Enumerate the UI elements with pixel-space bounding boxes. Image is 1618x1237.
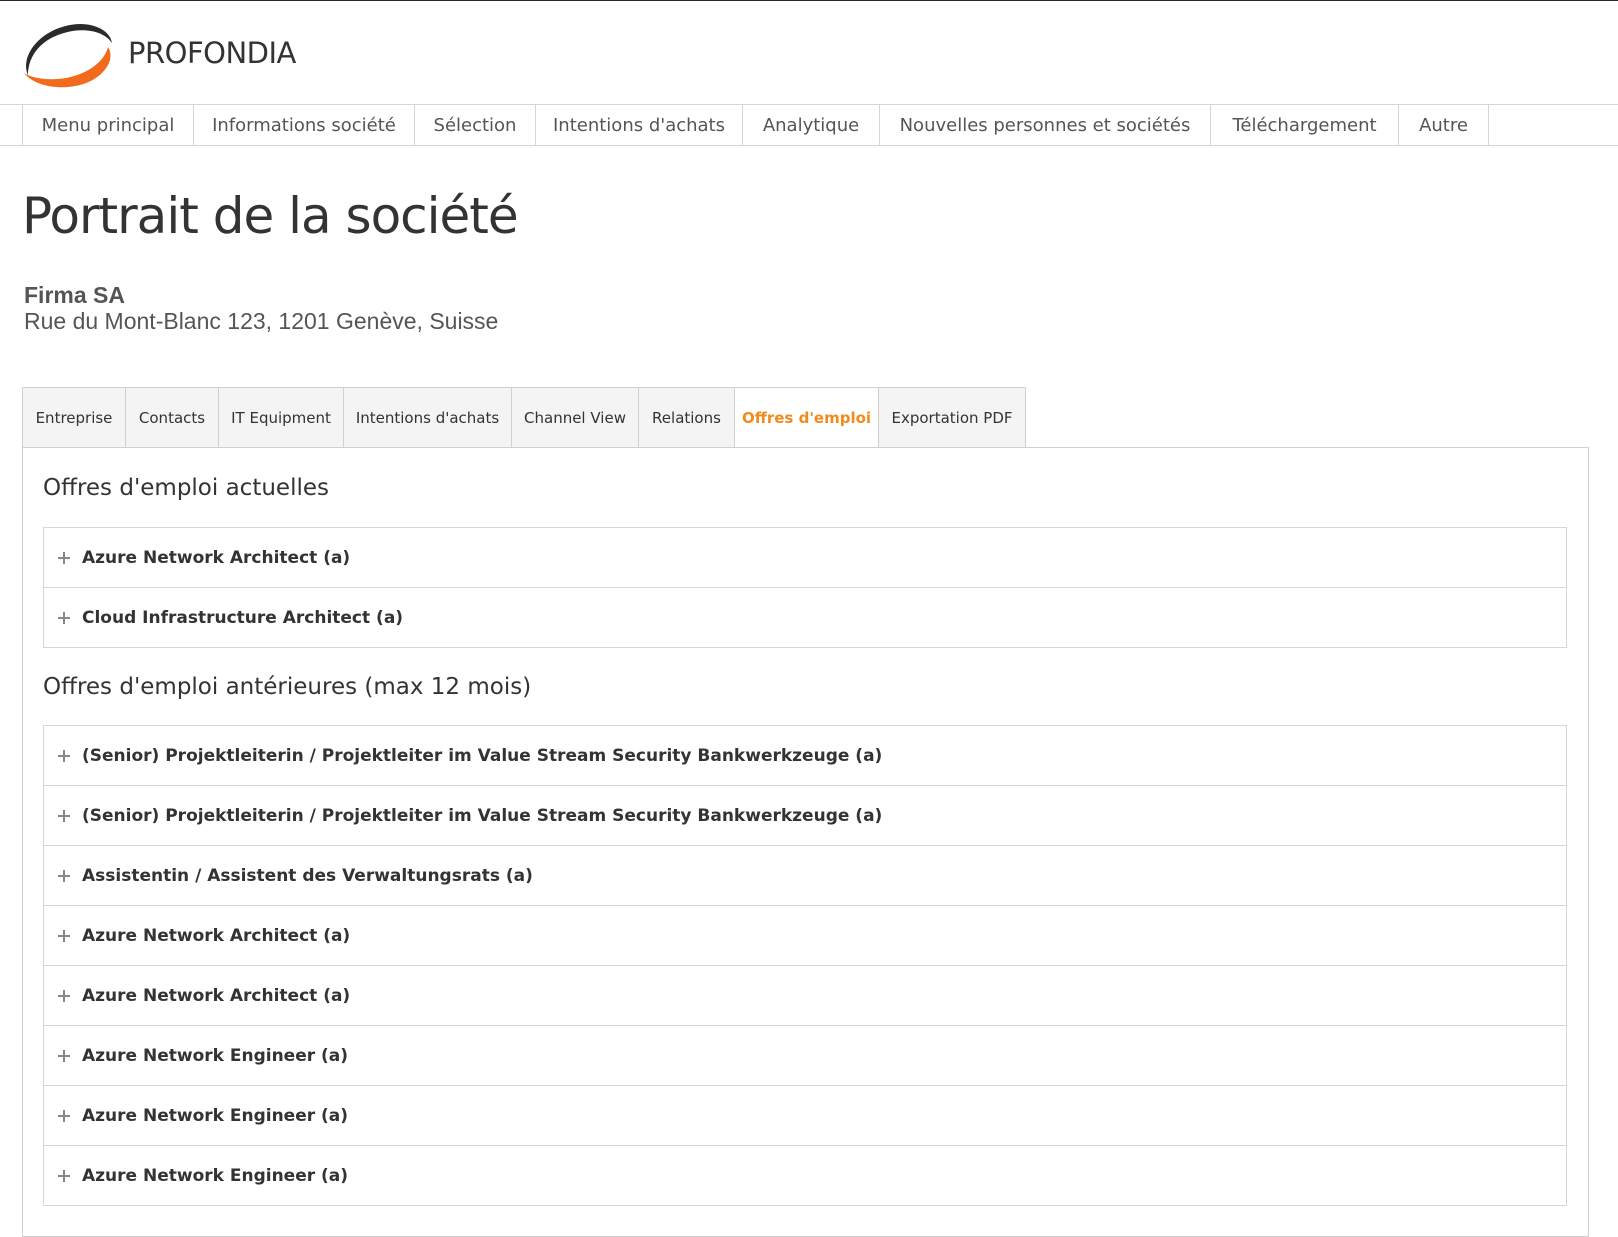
plus-icon	[58, 1049, 70, 1062]
job-title: Cloud Infrastructure Architect (a)	[82, 607, 404, 628]
job-item[interactable]: Azure Network Architect (a)	[44, 965, 1566, 1025]
previous-jobs-title: Offres d'emploi antérieures (max 12 mois…	[43, 674, 532, 700]
site-header: PROFONDIA	[0, 1, 1618, 104]
page-title: Portrait de la société	[22, 187, 519, 245]
job-title: (Senior) Projektleiterin / Projektleiter…	[82, 805, 883, 826]
plus-icon	[58, 1109, 70, 1122]
job-offers-panel: Offres d'emploi actuelles Azure Network …	[22, 447, 1589, 1237]
tab-exportation-pdf[interactable]: Exportation PDF	[879, 387, 1026, 448]
brand-name[interactable]: PROFONDIA	[128, 35, 296, 71]
plus-icon	[58, 929, 70, 942]
tab-it-equipment[interactable]: IT Equipment	[219, 387, 344, 448]
nav-item-selection[interactable]: Sélection	[414, 105, 535, 145]
job-item[interactable]: Azure Network Architect (a)	[44, 905, 1566, 965]
job-title: Azure Network Engineer (a)	[82, 1105, 349, 1126]
job-item[interactable]: (Senior) Projektleiterin / Projektleiter…	[44, 726, 1566, 785]
company-name: Firma SA	[24, 282, 125, 308]
job-item[interactable]: Assistentin / Assistent des Verwaltungsr…	[44, 845, 1566, 905]
job-title: Azure Network Architect (a)	[82, 925, 351, 946]
main-navigation: Menu principal Informations société Séle…	[0, 104, 1618, 146]
swoosh-logo-icon[interactable]	[20, 17, 116, 89]
job-item[interactable]: Azure Network Engineer (a)	[44, 1145, 1566, 1205]
nav-item-autre[interactable]: Autre	[1398, 105, 1489, 145]
job-title: Azure Network Engineer (a)	[82, 1165, 349, 1186]
plus-icon	[58, 989, 70, 1002]
job-title: (Senior) Projektleiterin / Projektleiter…	[82, 745, 883, 766]
plus-icon	[58, 749, 70, 762]
previous-jobs-list: (Senior) Projektleiterin / Projektleiter…	[43, 725, 1567, 1206]
plus-icon	[58, 869, 70, 882]
job-item[interactable]: Azure Network Architect (a)	[44, 528, 1566, 587]
job-item[interactable]: Azure Network Engineer (a)	[44, 1025, 1566, 1085]
nav-item-telechargement[interactable]: Téléchargement	[1210, 105, 1398, 145]
job-item[interactable]: (Senior) Projektleiterin / Projektleiter…	[44, 785, 1566, 845]
tab-entreprise[interactable]: Entreprise	[22, 387, 126, 448]
nav-item-informations-societe[interactable]: Informations société	[193, 105, 414, 145]
job-title: Azure Network Engineer (a)	[82, 1045, 349, 1066]
tab-contacts[interactable]: Contacts	[126, 387, 219, 448]
nav-item-nouvelles-personnes[interactable]: Nouvelles personnes et sociétés	[879, 105, 1210, 145]
plus-icon	[58, 611, 70, 624]
job-title: Assistentin / Assistent des Verwaltungsr…	[82, 865, 533, 886]
plus-icon	[58, 551, 70, 564]
current-jobs-title: Offres d'emploi actuelles	[43, 475, 329, 501]
company-tabs: Entreprise Contacts IT Equipment Intenti…	[22, 387, 1026, 448]
tab-channel-view[interactable]: Channel View	[512, 387, 639, 448]
job-item[interactable]: Cloud Infrastructure Architect (a)	[44, 587, 1566, 647]
nav-item-intentions-achats[interactable]: Intentions d'achats	[535, 105, 742, 145]
tab-intentions-achats[interactable]: Intentions d'achats	[344, 387, 512, 448]
nav-item-analytique[interactable]: Analytique	[742, 105, 879, 145]
nav-item-menu-principal[interactable]: Menu principal	[22, 105, 193, 145]
job-title: Azure Network Architect (a)	[82, 985, 351, 1006]
job-title: Azure Network Architect (a)	[82, 547, 351, 568]
current-jobs-list: Azure Network Architect (a) Cloud Infras…	[43, 527, 1567, 648]
plus-icon	[58, 1169, 70, 1182]
plus-icon	[58, 809, 70, 822]
tab-offres-emploi[interactable]: Offres d'emploi	[735, 387, 879, 448]
job-item[interactable]: Azure Network Engineer (a)	[44, 1085, 1566, 1145]
company-address: Rue du Mont-Blanc 123, 1201 Genève, Suis…	[24, 308, 499, 334]
tab-relations[interactable]: Relations	[639, 387, 735, 448]
